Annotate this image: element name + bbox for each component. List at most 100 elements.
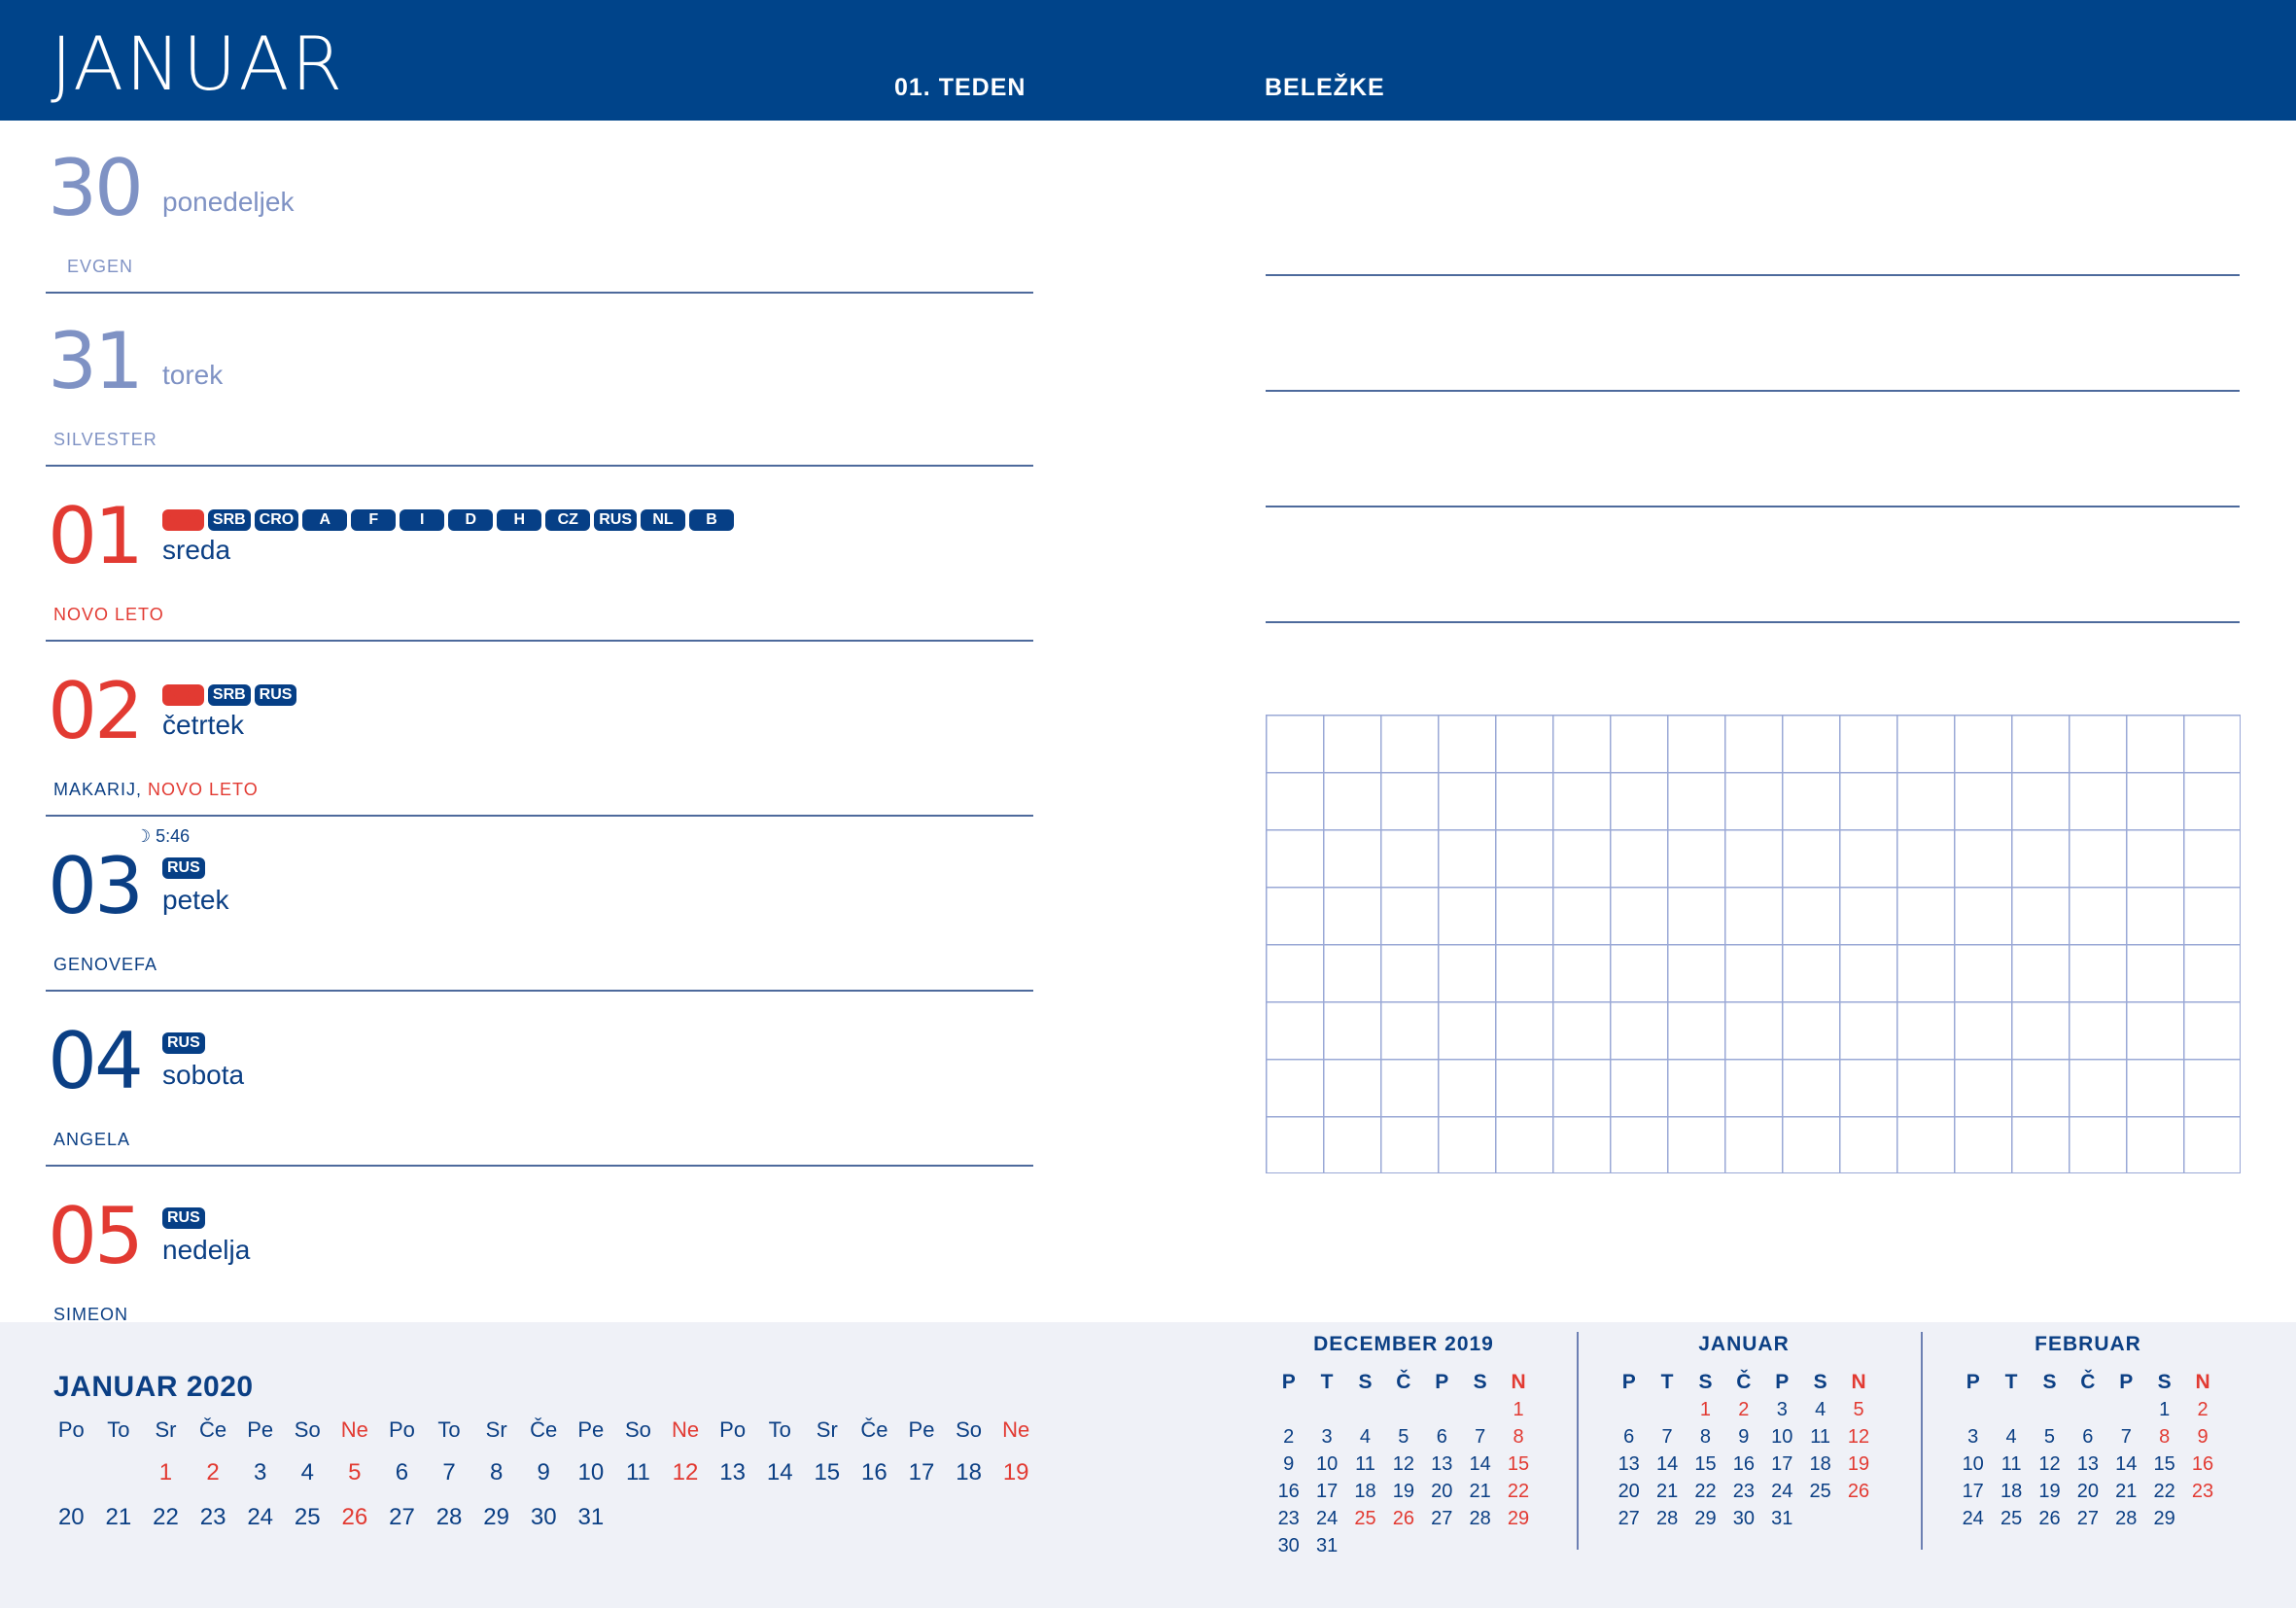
date-cell: 12 [672, 1459, 699, 1486]
date-cell: 30 [1732, 1507, 1755, 1529]
date-cell [1648, 1396, 1686, 1423]
date-cell: 9 [2197, 1425, 2209, 1448]
date-cell: 3 [1321, 1425, 1333, 1448]
date-cell: 4 [300, 1459, 314, 1486]
badge: CZ [545, 509, 591, 531]
weekday-header: Po [388, 1417, 415, 1442]
date-cell: 15 [2153, 1452, 2175, 1475]
date-cell: 15 [1507, 1452, 1530, 1475]
date-cell: 8 [1513, 1425, 1524, 1448]
date-cell: 16 [861, 1459, 887, 1486]
date-cell: 1 [158, 1459, 173, 1486]
name-day: GENOVEFA [53, 955, 158, 974]
date-cell: 30 [1277, 1534, 1300, 1556]
date-cell: 25 [1809, 1480, 1831, 1502]
day-name: sreda [162, 535, 231, 565]
mini-calendar-title: DECEMBER 2019 [1313, 1333, 1494, 1355]
date-cell: 30 [530, 1504, 557, 1530]
date-cell: 27 [389, 1504, 415, 1530]
weekday-header: Sr [485, 1417, 507, 1442]
date-cell [1346, 1396, 1384, 1423]
holiday-badges: SLO SRB CRO A F I D H CZ RUS NL B [162, 509, 738, 531]
date-cell [48, 1451, 95, 1495]
date-cell: 21 [1655, 1480, 1679, 1502]
date-cell: 26 [2038, 1507, 2061, 1529]
day-number: 03 [48, 841, 144, 931]
date-cell: 5 [2043, 1425, 2056, 1448]
calendar-separator [1577, 1332, 1579, 1550]
notes-line [1266, 621, 2240, 623]
day-name: četrtek [162, 710, 245, 740]
day-row: 30 ponedeljek EVGEN [46, 121, 1033, 294]
date-cell: 19 [1392, 1480, 1414, 1502]
weekday-header: So [624, 1417, 651, 1442]
date-cell: 11 [1355, 1452, 1375, 1475]
holiday-badges: RUS [162, 1207, 209, 1229]
date-cell: 29 [483, 1504, 509, 1530]
date-cell [2107, 1396, 2145, 1423]
date-cell: 18 [956, 1459, 982, 1486]
weekday-header: To [107, 1417, 130, 1442]
date-cell: 31 [1771, 1507, 1793, 1529]
date-cell: 26 [1847, 1480, 1870, 1502]
date-cell: 14 [766, 1459, 793, 1486]
day-number: 02 [48, 666, 144, 756]
weekday-header: S [1358, 1371, 1373, 1393]
date-cell: 25 [1354, 1507, 1376, 1529]
strip-title: JANUAR 2020 [53, 1371, 254, 1403]
badge: F [351, 509, 397, 531]
weekday-header: Če [860, 1417, 888, 1442]
badge: SRB [207, 509, 251, 531]
date-cell: 29 [1694, 1507, 1717, 1529]
weekday-header: Č [1736, 1371, 1752, 1393]
badge: H [497, 509, 542, 531]
badge: I [400, 509, 445, 531]
date-cell: 5 [348, 1459, 362, 1486]
date-cell: 10 [1962, 1452, 1984, 1475]
moon-phase: ☽ 5:46 [135, 826, 190, 847]
date-cell: 31 [577, 1504, 605, 1530]
day-divider [46, 1165, 1033, 1167]
day-divider [46, 640, 1033, 642]
weekday-header: P [1966, 1371, 1980, 1393]
date-cell: 22 [2153, 1480, 2175, 1502]
month-strip-calendar: JANUAR 2020 Po To Sr Če Pe So Ne Po To Sr Če Pe So Ne… [53, 1371, 1039, 1540]
date-cell: 21 [1469, 1480, 1491, 1502]
date-cell: 23 [2191, 1480, 2214, 1502]
date-cell [1307, 1396, 1345, 1423]
strip-table: Po To Sr Če Pe So Ne Po To Sr Če Pe So Ne Po To Sr Če Pe So… [48, 1417, 1039, 1540]
day-divider [46, 990, 1033, 992]
month-title: JANUAR [51, 20, 345, 107]
badge: SLO [162, 509, 204, 531]
weekday-header: Če [530, 1417, 558, 1442]
date-cell: 23 [1277, 1507, 1300, 1529]
date-cell: 4 [1359, 1425, 1372, 1448]
date-cell: 6 [1436, 1425, 1447, 1448]
date-cell: 24 [1315, 1507, 1339, 1529]
date-cell: 7 [442, 1459, 456, 1486]
day-row: ☽ 5:46 03 RUS petek GENOVEFA [46, 819, 1033, 992]
weekday-header: S [1813, 1371, 1827, 1393]
day-divider [46, 465, 1033, 467]
day-number: 30 [48, 143, 144, 233]
weekday-header: Po [719, 1417, 747, 1442]
date-cell: 17 [908, 1459, 935, 1486]
badge: RUS [162, 857, 205, 879]
date-cell: 15 [814, 1459, 841, 1486]
weekday-header: Č [2080, 1371, 2096, 1393]
mini-calendar-title: FEBRUAR [2035, 1333, 2141, 1355]
date-cell: 28 [1655, 1507, 1679, 1529]
date-cell: 12 [1392, 1452, 1414, 1475]
weekday-header: S [1698, 1371, 1713, 1393]
weekday-header: Po [57, 1417, 85, 1442]
date-cell [95, 1451, 143, 1495]
date-cell: 18 [1809, 1452, 1831, 1475]
badge: RUS [162, 1207, 205, 1229]
weekday-header: P [1435, 1371, 1449, 1393]
mini-calendar-title: JANUAR [1698, 1333, 1790, 1355]
date-cell [1384, 1532, 1422, 1559]
weekday-header: Sr [155, 1417, 177, 1442]
weekday-header: Č [1396, 1371, 1411, 1393]
date-cell: 13 [1431, 1452, 1453, 1475]
day-name: sobota [162, 1060, 245, 1090]
